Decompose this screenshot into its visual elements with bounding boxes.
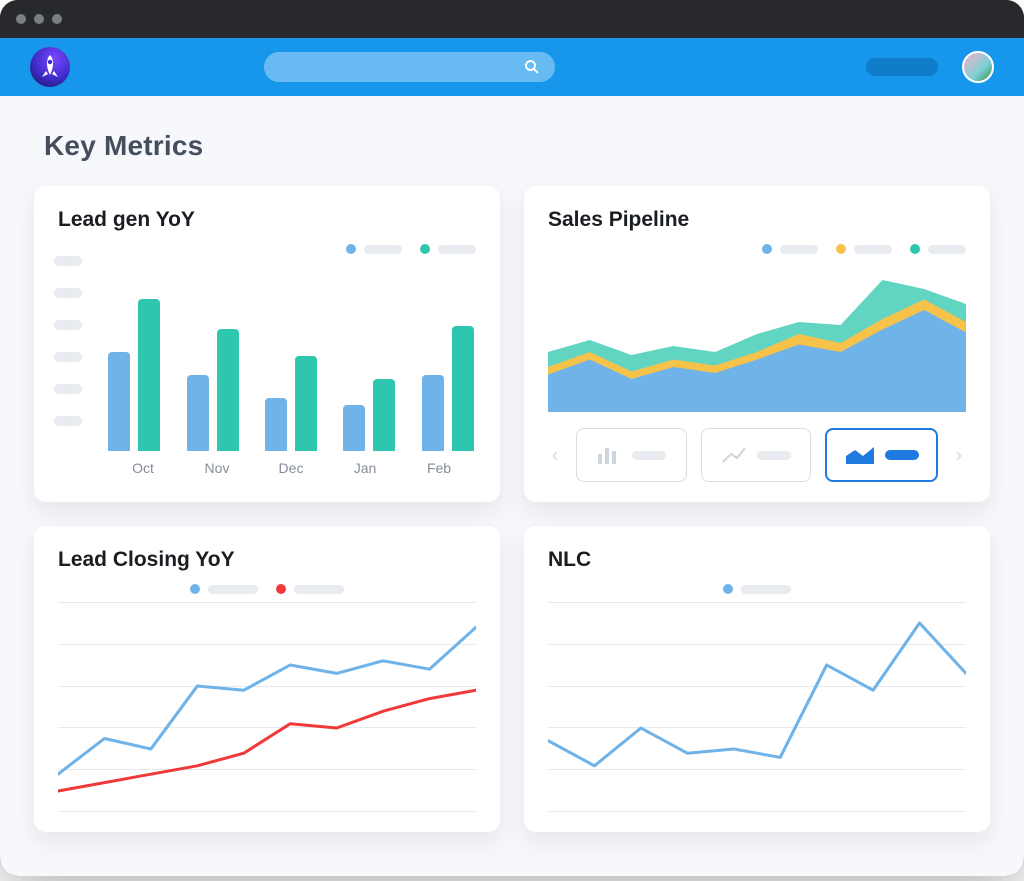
line-chart-icon — [721, 444, 747, 466]
top-nav — [0, 38, 1024, 96]
search-icon — [523, 58, 541, 76]
card-title: NLC — [548, 548, 966, 572]
legend-label — [854, 245, 892, 254]
legend-swatch-blue — [190, 584, 200, 594]
legend — [58, 244, 476, 254]
legend-item — [723, 584, 791, 594]
legend-swatch-teal — [910, 244, 920, 254]
card-nlc: NLC — [524, 526, 990, 832]
legend-swatch-blue — [346, 244, 356, 254]
y-axis-ticks — [54, 256, 82, 426]
chart-type-bar-button[interactable] — [576, 428, 687, 482]
line-chart — [58, 602, 476, 812]
legend-label — [928, 245, 966, 254]
window-titlebar — [0, 0, 1024, 38]
area-chart-icon — [845, 444, 875, 466]
legend-label — [438, 245, 476, 254]
card-title: Lead gen YoY — [58, 208, 476, 232]
legend-item — [762, 244, 818, 254]
bar-chart — [106, 262, 476, 452]
legend-label — [294, 585, 344, 594]
legend-label — [364, 245, 402, 254]
dashboard-grid: Lead gen YoY OctNovDecJanFeb Sales Pipel… — [34, 186, 990, 832]
legend — [548, 244, 966, 254]
area-chart — [548, 262, 966, 412]
chart-type-area-button[interactable] — [825, 428, 938, 482]
window-control-max[interactable] — [52, 14, 62, 24]
page-title: Key Metrics — [44, 130, 990, 162]
legend-swatch-orange — [836, 244, 846, 254]
legend-item — [836, 244, 892, 254]
rocket-icon — [30, 47, 70, 87]
legend-swatch-blue — [723, 584, 733, 594]
legend-item — [910, 244, 966, 254]
legend-swatch-teal — [420, 244, 430, 254]
card-lead-closing: Lead Closing YoY — [34, 526, 500, 832]
legend-item — [276, 584, 344, 594]
user-avatar[interactable] — [962, 51, 994, 83]
window-control-close[interactable] — [16, 14, 26, 24]
legend-item — [346, 244, 402, 254]
chevron-right-icon[interactable]: › — [952, 445, 966, 466]
window-control-min[interactable] — [34, 14, 44, 24]
legend-swatch-blue — [762, 244, 772, 254]
legend-label — [208, 585, 258, 594]
legend-item — [420, 244, 476, 254]
line-chart — [548, 602, 966, 812]
page-body: Key Metrics Lead gen YoY OctNovDecJanFeb… — [0, 96, 1024, 876]
chevron-left-icon[interactable]: ‹ — [548, 445, 562, 466]
legend — [58, 584, 476, 594]
chart-type-label — [885, 450, 919, 460]
x-axis-labels: OctNovDecJanFeb — [106, 460, 476, 476]
chart-type-line-button[interactable] — [701, 428, 812, 482]
app-logo[interactable] — [30, 47, 70, 87]
nav-label-placeholder — [866, 58, 938, 76]
chart-type-picker: ‹ — [548, 428, 966, 482]
card-title: Lead Closing YoY — [58, 548, 476, 572]
legend-label — [780, 245, 818, 254]
chart-type-label — [757, 451, 791, 460]
bar-chart-icon — [596, 444, 622, 466]
card-title: Sales Pipeline — [548, 208, 966, 232]
search-input[interactable] — [264, 52, 555, 82]
card-lead-gen: Lead gen YoY OctNovDecJanFeb — [34, 186, 500, 502]
card-sales-pipeline: Sales Pipeline ‹ — [524, 186, 990, 502]
legend — [548, 584, 966, 594]
legend-swatch-red — [276, 584, 286, 594]
legend-label — [741, 585, 791, 594]
chart-type-label — [632, 451, 666, 460]
app-window: Key Metrics Lead gen YoY OctNovDecJanFeb… — [0, 0, 1024, 876]
legend-item — [190, 584, 258, 594]
